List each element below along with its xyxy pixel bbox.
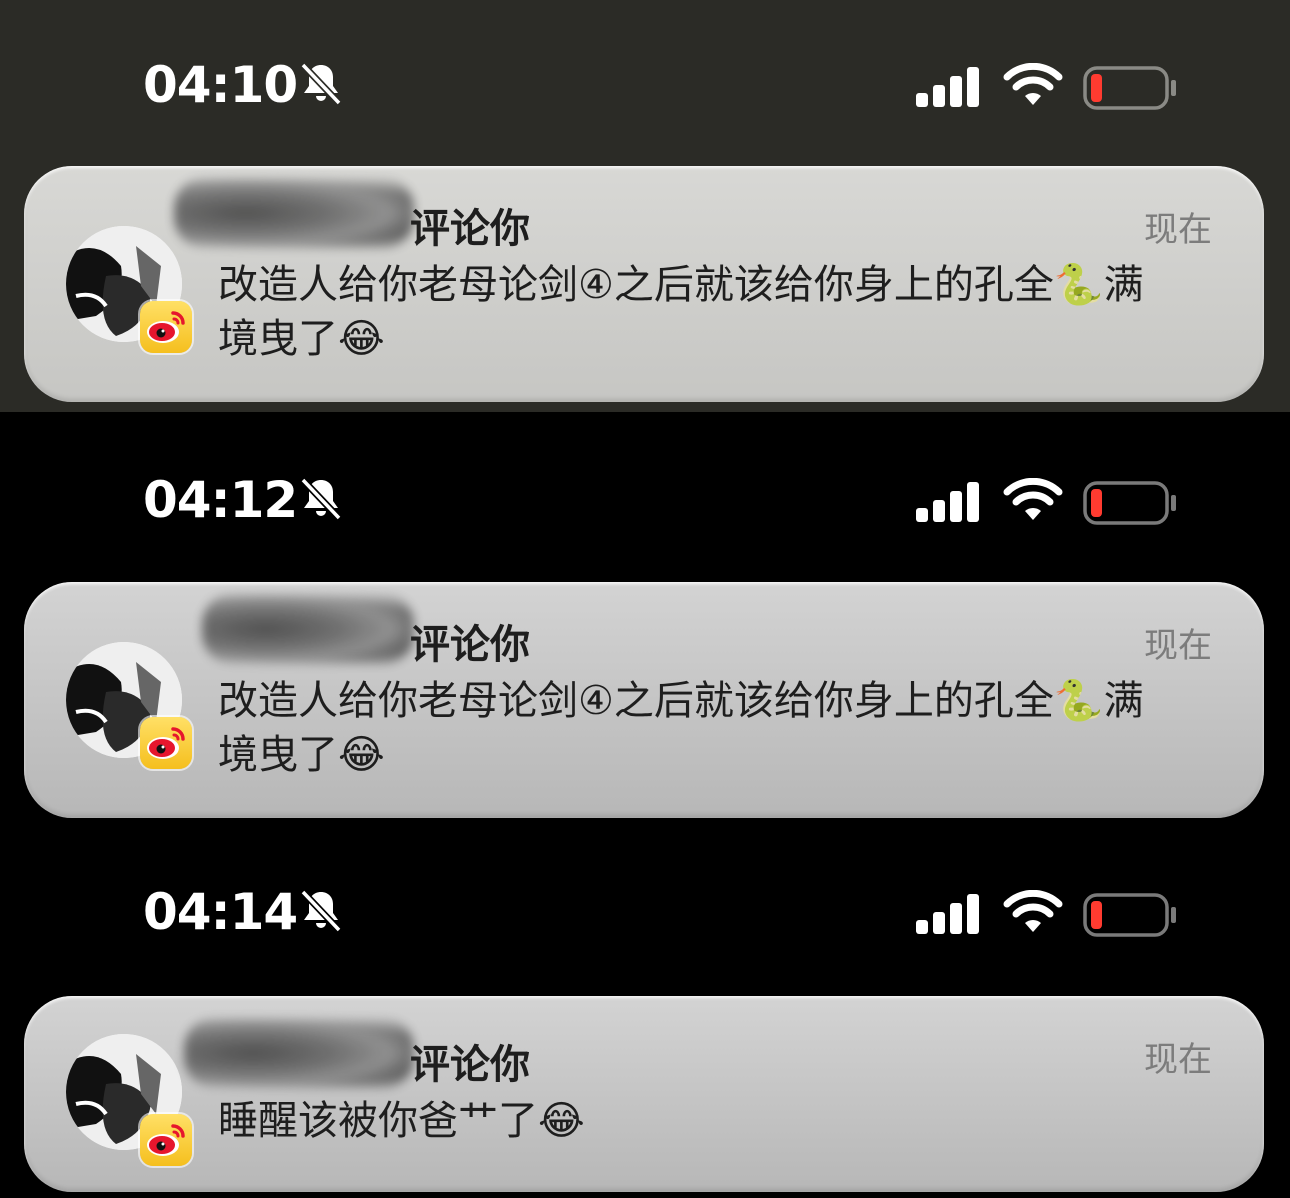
lockscreen-capture-2: 04:12 评论你 现在 改造人给你老母论剑④之后就该给你身上的孔全🐍满境曳了😂 (0, 412, 1290, 824)
weibo-app-icon (140, 1114, 192, 1166)
redacted-sender-name (174, 178, 414, 248)
wifi-icon (1003, 478, 1063, 520)
cellular-signal-icon (916, 482, 979, 522)
notification-card[interactable]: 评论你 现在 改造人给你老母论剑④之后就该给你身上的孔全🐍满境曳了😂 (24, 166, 1264, 402)
notification-title: 评论你 (410, 1042, 530, 1088)
lockscreen-capture-3: 04:14 评论你 现在 睡醒该被你爸艹了😂 (0, 824, 1290, 1198)
battery-low-icon (1083, 66, 1176, 110)
bell-slash-icon (300, 889, 342, 933)
status-bar: 04:12 (0, 460, 1290, 540)
cellular-signal-icon (916, 67, 979, 107)
wifi-icon (1003, 890, 1063, 932)
redacted-sender-name (184, 1018, 414, 1088)
status-time: 04:12 (143, 471, 298, 529)
notification-timestamp: 现在 (1144, 1040, 1212, 1080)
lockscreen-capture-1: 04:10 评论你 现在 改造人给你老母论剑④之后就该给你身上的孔全🐍满境曳了😂 (0, 0, 1290, 412)
bell-slash-icon (300, 62, 342, 106)
notification-message: 睡醒该被你爸艹了😂 (218, 1098, 585, 1144)
battery-low-icon (1083, 481, 1176, 525)
notification-message: 改造人给你老母论剑④之后就该给你身上的孔全🐍满境曳了😂 (218, 678, 1144, 778)
cellular-signal-icon (916, 894, 979, 934)
notification-card[interactable]: 评论你 现在 改造人给你老母论剑④之后就该给你身上的孔全🐍满境曳了😂 (24, 582, 1264, 818)
notification-timestamp: 现在 (1144, 210, 1212, 250)
weibo-app-icon (140, 717, 192, 769)
status-time: 04:14 (143, 883, 298, 941)
notification-card[interactable]: 评论你 现在 睡醒该被你爸艹了😂 (24, 996, 1264, 1192)
status-time: 04:10 (143, 56, 298, 114)
redacted-sender-name (202, 594, 414, 664)
wifi-icon (1003, 63, 1063, 105)
battery-low-icon (1083, 893, 1176, 937)
bell-slash-icon (300, 477, 342, 521)
notification-title: 评论你 (410, 206, 530, 252)
notification-title: 评论你 (410, 622, 530, 668)
weibo-app-icon (140, 301, 192, 353)
status-bar: 04:14 (0, 872, 1290, 952)
notification-message: 改造人给你老母论剑④之后就该给你身上的孔全🐍满境曳了😂 (218, 262, 1144, 362)
status-bar: 04:10 (0, 45, 1290, 125)
notification-timestamp: 现在 (1144, 626, 1212, 666)
